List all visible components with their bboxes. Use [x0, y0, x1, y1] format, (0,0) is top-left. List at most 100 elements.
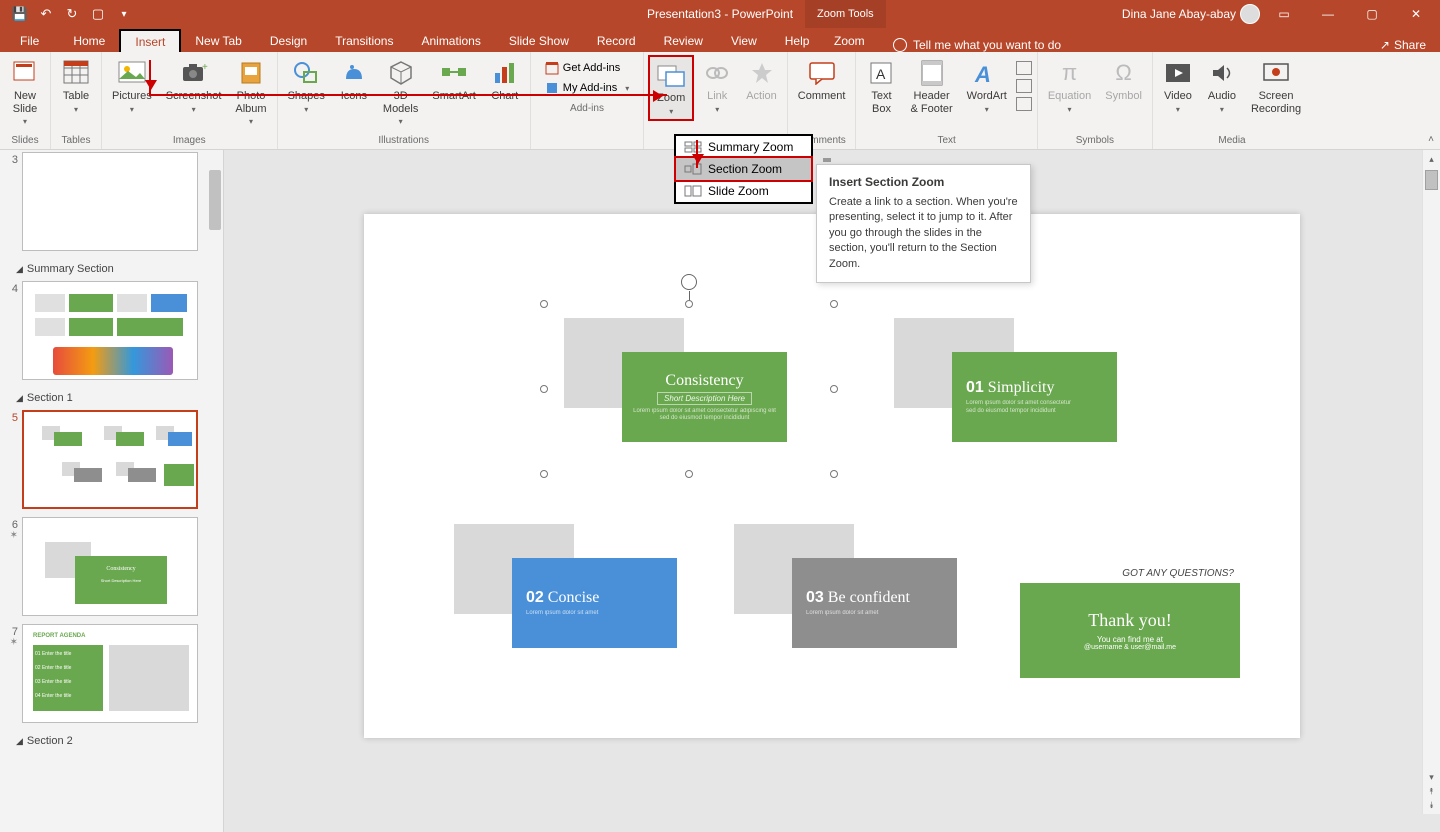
tell-me-placeholder: Tell me what you want to do — [913, 38, 1061, 52]
text-box-button[interactable]: A Text Box — [860, 55, 902, 118]
scroll-up-icon[interactable]: ▴ — [1423, 150, 1440, 168]
svg-text:A: A — [876, 66, 886, 82]
zoom-button[interactable]: Zoom ▾ — [648, 55, 694, 121]
share-button[interactable]: ↗ Share — [1380, 38, 1426, 52]
tab-record[interactable]: Record — [583, 30, 650, 52]
resize-handle[interactable] — [830, 470, 838, 478]
video-icon — [1163, 58, 1193, 88]
tab-design[interactable]: Design — [256, 30, 321, 52]
tab-help[interactable]: Help — [771, 30, 824, 52]
slide-number-button[interactable] — [1016, 79, 1032, 93]
slide-thumbnail-5[interactable] — [22, 410, 198, 509]
group-text: A Text Box Header & Footer A WordArt ▾ T… — [856, 52, 1037, 149]
tab-file[interactable]: File — [0, 30, 59, 52]
redo-icon[interactable]: ↻ — [60, 2, 84, 26]
date-time-button[interactable] — [1016, 61, 1032, 75]
resize-handle[interactable] — [540, 385, 548, 393]
next-slide-icon[interactable]: ⯯ — [1423, 800, 1440, 814]
resize-handle[interactable] — [830, 385, 838, 393]
resize-handle[interactable] — [685, 300, 693, 308]
zoom-card-concise[interactable]: 02Concise Lorem ipsum dolor sit amet — [454, 524, 694, 664]
new-slide-button[interactable]: New Slide ▾ — [4, 55, 46, 129]
smartart-button[interactable]: SmartArt — [426, 55, 481, 106]
resize-handle[interactable] — [830, 300, 838, 308]
collapse-ribbon-icon[interactable]: ˄ — [1428, 134, 1434, 145]
resize-handle[interactable] — [540, 470, 548, 478]
video-button[interactable]: Video ▾ — [1157, 55, 1199, 117]
main-scrollbar[interactable]: ▴ ▾ ⯭ ⯯ — [1422, 150, 1440, 814]
group-media: Video ▾ Audio ▾ Screen Recording Media — [1153, 52, 1311, 149]
cube-icon — [386, 58, 416, 88]
tab-transitions[interactable]: Transitions — [321, 30, 407, 52]
resize-handle[interactable] — [540, 300, 548, 308]
screenshot-button[interactable]: + Screenshot ▾ — [160, 55, 228, 117]
section-header-summary[interactable]: ◢Summary Section — [0, 257, 223, 279]
save-icon[interactable]: 💾 — [8, 2, 32, 26]
screen-recording-icon — [1261, 58, 1291, 88]
customize-qat-icon[interactable]: ▾ — [112, 2, 136, 26]
3d-models-button[interactable]: 3D Models ▾ — [377, 55, 424, 129]
symbol-button: Ω Symbol — [1099, 55, 1148, 106]
wordart-button[interactable]: A WordArt ▾ — [961, 55, 1013, 117]
tab-home[interactable]: Home — [59, 30, 119, 52]
rotation-handle[interactable] — [681, 274, 697, 290]
zoom-card-confident[interactable]: 03Be confident Lorem ipsum dolor sit ame… — [734, 524, 974, 664]
tab-zoom[interactable]: Zoom — [820, 30, 879, 52]
slide-number: 5 — [6, 410, 18, 424]
undo-icon[interactable]: ↶ — [34, 2, 58, 26]
tab-newtab[interactable]: New Tab — [181, 30, 255, 52]
tab-review[interactable]: Review — [650, 30, 717, 52]
slide-panel: 3 ◢Summary Section 4 ◢Section 1 5 — [0, 150, 224, 832]
slide-zoom-item[interactable]: Slide Zoom — [676, 180, 811, 202]
ribbon-display-icon[interactable]: ▭ — [1264, 0, 1304, 28]
close-icon[interactable]: ✕ — [1396, 0, 1436, 28]
tell-me-search[interactable]: Tell me what you want to do — [893, 38, 1061, 52]
user-avatar[interactable] — [1240, 4, 1260, 24]
slide-thumbnail-6[interactable]: Consistency Short Description Here — [22, 517, 198, 616]
section-header-1[interactable]: ◢Section 1 — [0, 386, 223, 408]
tab-animations[interactable]: Animations — [407, 30, 494, 52]
table-button[interactable]: Table ▾ — [55, 55, 97, 117]
slide-canvas[interactable]: Consistency Short Description Here Lorem… — [364, 214, 1300, 738]
slide-thumbnail-4[interactable] — [22, 281, 198, 380]
icons-button[interactable]: Icons — [333, 55, 375, 106]
header-footer-button[interactable]: Header & Footer — [904, 55, 958, 118]
object-button[interactable] — [1016, 97, 1032, 111]
zoom-card-simplicity[interactable]: 01Simplicity Lorem ipsum dolor sit amet … — [894, 318, 1134, 458]
zoom-card-consistency[interactable]: Consistency Short Description Here Lorem… — [564, 318, 804, 458]
equation-icon: π — [1055, 58, 1085, 88]
annotation-arrow-down-2 — [696, 140, 698, 168]
slide-thumbnail-7[interactable]: REPORT AGENDA 01 Enter the title 02 Ente… — [22, 624, 198, 723]
minimize-icon[interactable]: — — [1308, 0, 1348, 28]
zoom-card-thankyou[interactable]: GOT ANY QUESTIONS? Thank you! You can fi… — [1020, 568, 1240, 698]
side-scrollbar[interactable] — [207, 150, 223, 832]
audio-button[interactable]: Audio ▾ — [1201, 55, 1243, 117]
tab-slideshow[interactable]: Slide Show — [495, 30, 583, 52]
scrollbar-thumb[interactable] — [1425, 170, 1438, 190]
prev-slide-icon[interactable]: ⯭ — [1423, 786, 1440, 800]
svg-text:A: A — [974, 62, 991, 86]
table-icon — [61, 58, 91, 88]
comment-button[interactable]: Comment — [792, 55, 852, 106]
slide-thumbnail-3[interactable] — [22, 152, 198, 251]
photo-album-icon — [236, 58, 266, 88]
chart-button[interactable]: Chart — [484, 55, 526, 106]
shapes-button[interactable]: Shapes ▾ — [282, 55, 331, 117]
maximize-icon[interactable]: ▢ — [1352, 0, 1392, 28]
comment-icon — [807, 58, 837, 88]
audio-icon — [1207, 58, 1237, 88]
scroll-down-icon[interactable]: ▾ — [1423, 772, 1440, 786]
side-scrollbar-thumb[interactable] — [209, 170, 221, 230]
photo-album-button[interactable]: Photo Album ▾ — [229, 55, 272, 129]
tab-insert[interactable]: Insert — [119, 29, 181, 53]
screen-recording-button[interactable]: Screen Recording — [1245, 55, 1307, 118]
section-header-2[interactable]: ◢Section 2 — [0, 729, 223, 751]
link-button: Link ▾ — [696, 55, 738, 117]
summary-zoom-icon — [684, 140, 702, 154]
action-button: Action — [740, 55, 783, 106]
pictures-icon — [117, 58, 147, 88]
start-from-beginning-icon[interactable]: ▢ — [86, 2, 110, 26]
get-addins-button[interactable]: Get Add-ins — [539, 59, 635, 77]
tab-view[interactable]: View — [717, 30, 771, 52]
resize-handle[interactable] — [685, 470, 693, 478]
